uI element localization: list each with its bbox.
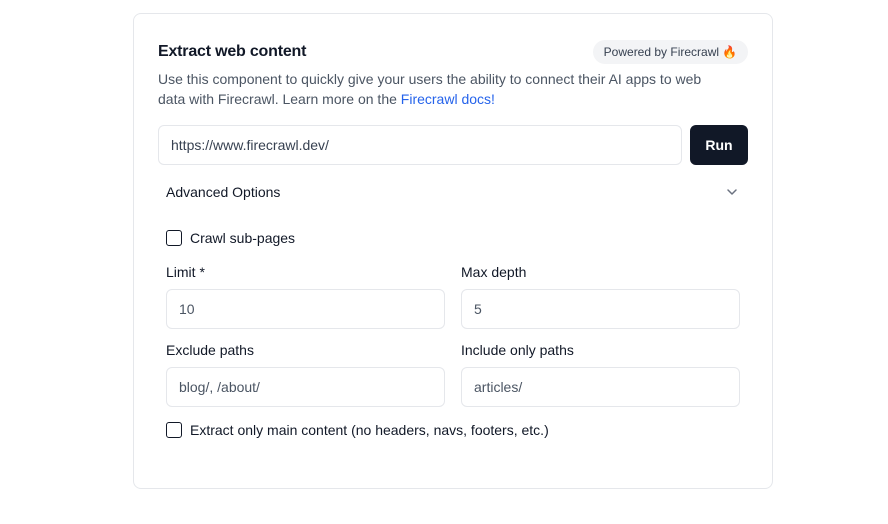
crawl-subpages-label: Crawl sub-pages (190, 230, 296, 246)
crawl-subpages-row: Crawl sub-pages (166, 230, 295, 246)
url-input[interactable] (158, 125, 682, 165)
run-button[interactable]: Run (690, 125, 748, 165)
max-depth-input[interactable] (461, 289, 740, 329)
url-row: Run (158, 125, 748, 165)
max-depth-label: Max depth (461, 264, 527, 280)
firecrawl-docs-link[interactable]: Firecrawl docs! (401, 91, 495, 107)
limit-field: Limit * (166, 263, 445, 329)
badge-label: Powered by Firecrawl (603, 45, 720, 59)
exclude-paths-input[interactable] (166, 367, 445, 407)
fire-icon: 🔥 (722, 45, 737, 59)
include-paths-field: Include only paths (461, 341, 740, 407)
advanced-options-toggle[interactable]: Advanced Options (158, 174, 748, 210)
chevron-down-icon (724, 184, 740, 200)
max-depth-field: Max depth (461, 263, 740, 329)
extract-card: Extract web content Powered by Firecrawl… (133, 13, 773, 489)
limit-label: Limit * (166, 264, 205, 280)
crawl-subpages-checkbox[interactable] (166, 230, 182, 246)
card-description: Use this component to quickly give your … (158, 69, 718, 109)
exclude-paths-field: Exclude paths (166, 341, 445, 407)
card-header: Extract web content Powered by Firecrawl… (158, 39, 748, 65)
limit-input[interactable] (166, 289, 445, 329)
card-title: Extract web content (158, 43, 307, 60)
main-content-label: Extract only main content (no headers, n… (190, 422, 549, 438)
advanced-options-label: Advanced Options (166, 184, 281, 200)
exclude-paths-label: Exclude paths (166, 342, 254, 358)
include-paths-input[interactable] (461, 367, 740, 407)
powered-by-badge: Powered by Firecrawl 🔥 (592, 40, 748, 64)
main-content-checkbox[interactable] (166, 422, 182, 438)
main-content-row: Extract only main content (no headers, n… (166, 422, 549, 438)
include-paths-label: Include only paths (461, 342, 574, 358)
